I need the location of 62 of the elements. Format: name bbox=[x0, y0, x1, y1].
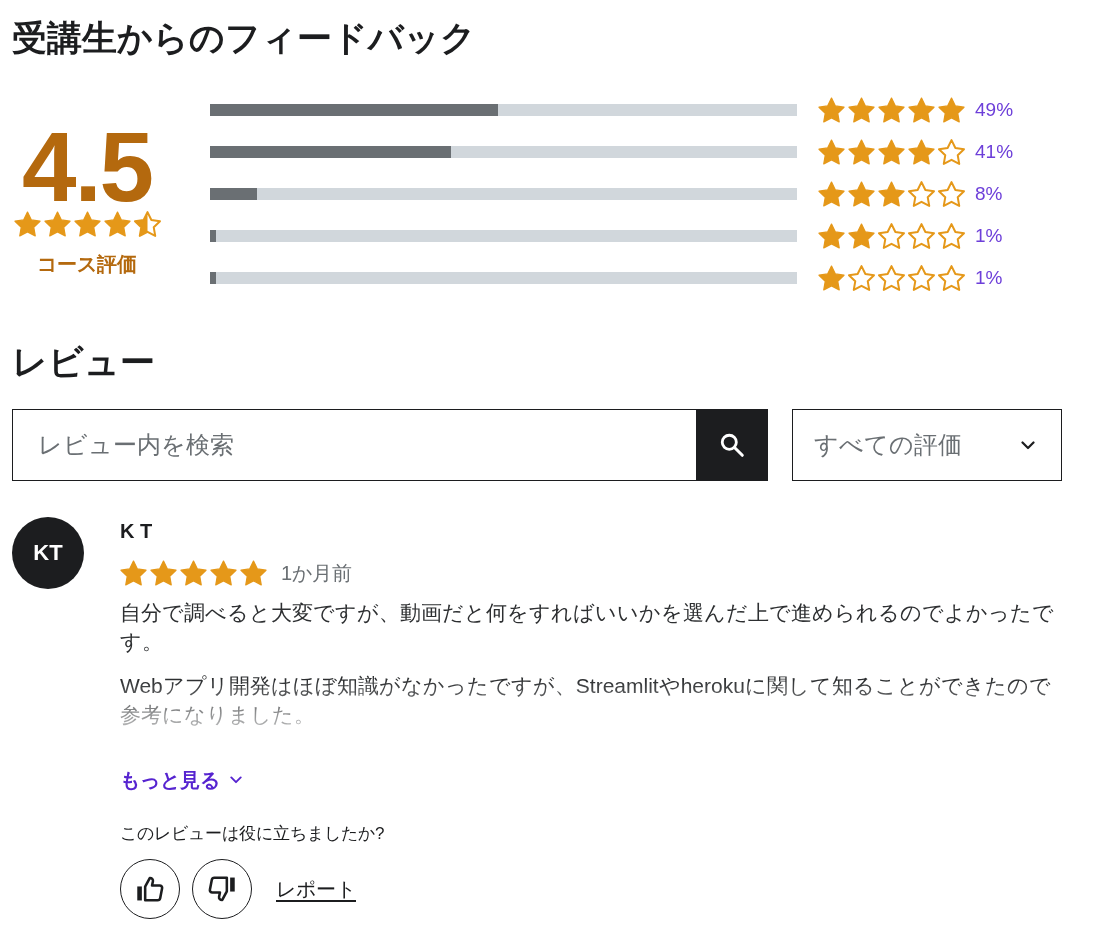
rating-filter-dropdown[interactable]: すべての評価 bbox=[792, 409, 1062, 481]
rating-percentage-link[interactable]: 1% bbox=[975, 267, 1003, 289]
thumbs-down-icon bbox=[208, 876, 236, 902]
star-outline-icon bbox=[908, 265, 935, 291]
report-link[interactable]: レポート bbox=[276, 875, 356, 903]
star-icon bbox=[938, 97, 965, 123]
star-outline-icon bbox=[878, 265, 905, 291]
star-icon bbox=[818, 223, 845, 249]
star-outline-icon bbox=[938, 181, 965, 207]
star-icon bbox=[878, 97, 905, 123]
star-icon bbox=[150, 560, 177, 586]
star-outline-icon bbox=[938, 265, 965, 291]
section-title: レビュー bbox=[12, 341, 155, 383]
search-icon bbox=[719, 432, 745, 458]
star-icon bbox=[848, 223, 875, 249]
star-icon bbox=[848, 97, 875, 123]
star-icon bbox=[120, 560, 147, 586]
star-outline-icon bbox=[848, 265, 875, 291]
course-rating-number: 4.5 bbox=[21, 125, 153, 209]
show-more-button[interactable]: もっと見る bbox=[120, 766, 242, 794]
star-icon bbox=[13, 211, 41, 237]
star-icon bbox=[818, 139, 845, 165]
star-icon bbox=[43, 211, 71, 237]
star-outline-icon bbox=[878, 223, 905, 249]
rating-percentage-link[interactable]: 41% bbox=[975, 141, 1014, 163]
star-icon bbox=[210, 560, 237, 586]
search-field[interactable]: レビュー内を検索 bbox=[12, 409, 696, 481]
search-button[interactable] bbox=[696, 409, 768, 481]
star-icon bbox=[73, 211, 101, 237]
star-outline-icon bbox=[938, 223, 965, 249]
star-icon bbox=[818, 265, 845, 291]
review-text: 自分で調べると大変ですが、動画だと何をすればいいかを選んだ上で進められるのでよかったです。 bbox=[120, 600, 1055, 655]
rating-percentage-link[interactable]: 8% bbox=[975, 183, 1003, 205]
review-text: Webアプリ開発はほぼ知識がなかったですが、Streamlitやherokuに関して知ることができたので参考になりました。 bbox=[120, 673, 1052, 728]
star-icon bbox=[878, 139, 905, 165]
avatar: KT bbox=[12, 517, 84, 589]
helpful-question: このレビューは役に立ちましたか? bbox=[120, 823, 385, 845]
chevron-down-icon bbox=[1021, 440, 1035, 450]
star-icon bbox=[908, 139, 935, 165]
star-icon bbox=[180, 560, 207, 586]
rating-percentage-link[interactable]: 1% bbox=[975, 225, 1003, 247]
half-star-icon bbox=[133, 211, 161, 237]
star-icon bbox=[103, 211, 131, 237]
star-icon bbox=[848, 181, 875, 207]
star-outline-icon bbox=[908, 181, 935, 207]
course-rating-label: コース評価 bbox=[37, 252, 137, 277]
thumbs-down-button[interactable] bbox=[192, 859, 252, 919]
rating-percentage-link[interactable]: 49% bbox=[975, 99, 1014, 121]
star-icon bbox=[818, 181, 845, 207]
star-icon bbox=[908, 97, 935, 123]
thumbs-up-icon bbox=[136, 876, 164, 902]
star-icon bbox=[818, 97, 845, 123]
section-title: 受講生からのフィードバック bbox=[12, 17, 476, 59]
star-icon bbox=[240, 560, 267, 586]
star-outline-icon bbox=[908, 223, 935, 249]
thumbs-up-button[interactable] bbox=[120, 859, 180, 919]
star-icon bbox=[848, 139, 875, 165]
star-outline-icon bbox=[938, 139, 965, 165]
chevron-down-icon bbox=[230, 776, 242, 784]
star-icon bbox=[878, 181, 905, 207]
review-date: 1か月前 bbox=[281, 560, 353, 586]
reviewer-name: K T bbox=[120, 519, 153, 544]
